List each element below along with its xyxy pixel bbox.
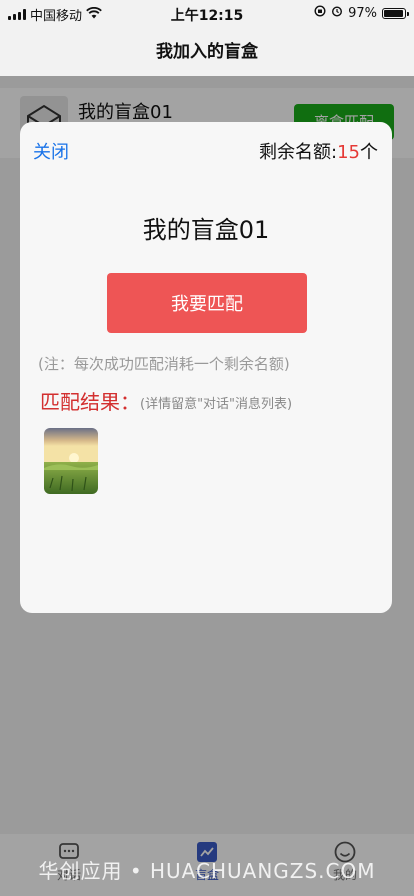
modal-title: 我的盲盒01 (142, 216, 270, 244)
match-button[interactable]: 我要匹配 (107, 273, 307, 333)
quota-display: 剩余名额:15个 (259, 138, 378, 164)
rotation-lock-icon (314, 5, 326, 21)
quota-label: 剩余名额: (259, 142, 338, 163)
battery-icon (382, 7, 409, 19)
page-title: 我加入的盲盒 (156, 42, 258, 62)
status-bar: 中国移动 上午12:15 97% (0, 0, 414, 28)
match-note: (注：每次成功匹配消耗一个剩余名额) (38, 355, 290, 373)
watermark: 华创应用 • HUACHUANGZS.COM (38, 859, 376, 883)
battery-percent: 97% (348, 5, 377, 21)
quota-value: 15 (337, 142, 360, 163)
quota-unit: 个 (360, 142, 378, 163)
status-right: 97% (314, 5, 409, 21)
match-modal: 关闭 剩余名额:15个 我的盲盒01 我要匹配 (注：每次成功匹配消耗一个剩余名… (20, 122, 392, 613)
result-avatar[interactable] (44, 428, 98, 494)
result-hint: (详情留意"对话"消息列表) (140, 397, 293, 412)
alarm-icon (331, 5, 343, 21)
result-label: 匹配结果： (40, 390, 140, 414)
battery-fill (384, 9, 404, 17)
close-button[interactable]: 关闭 (33, 138, 69, 164)
